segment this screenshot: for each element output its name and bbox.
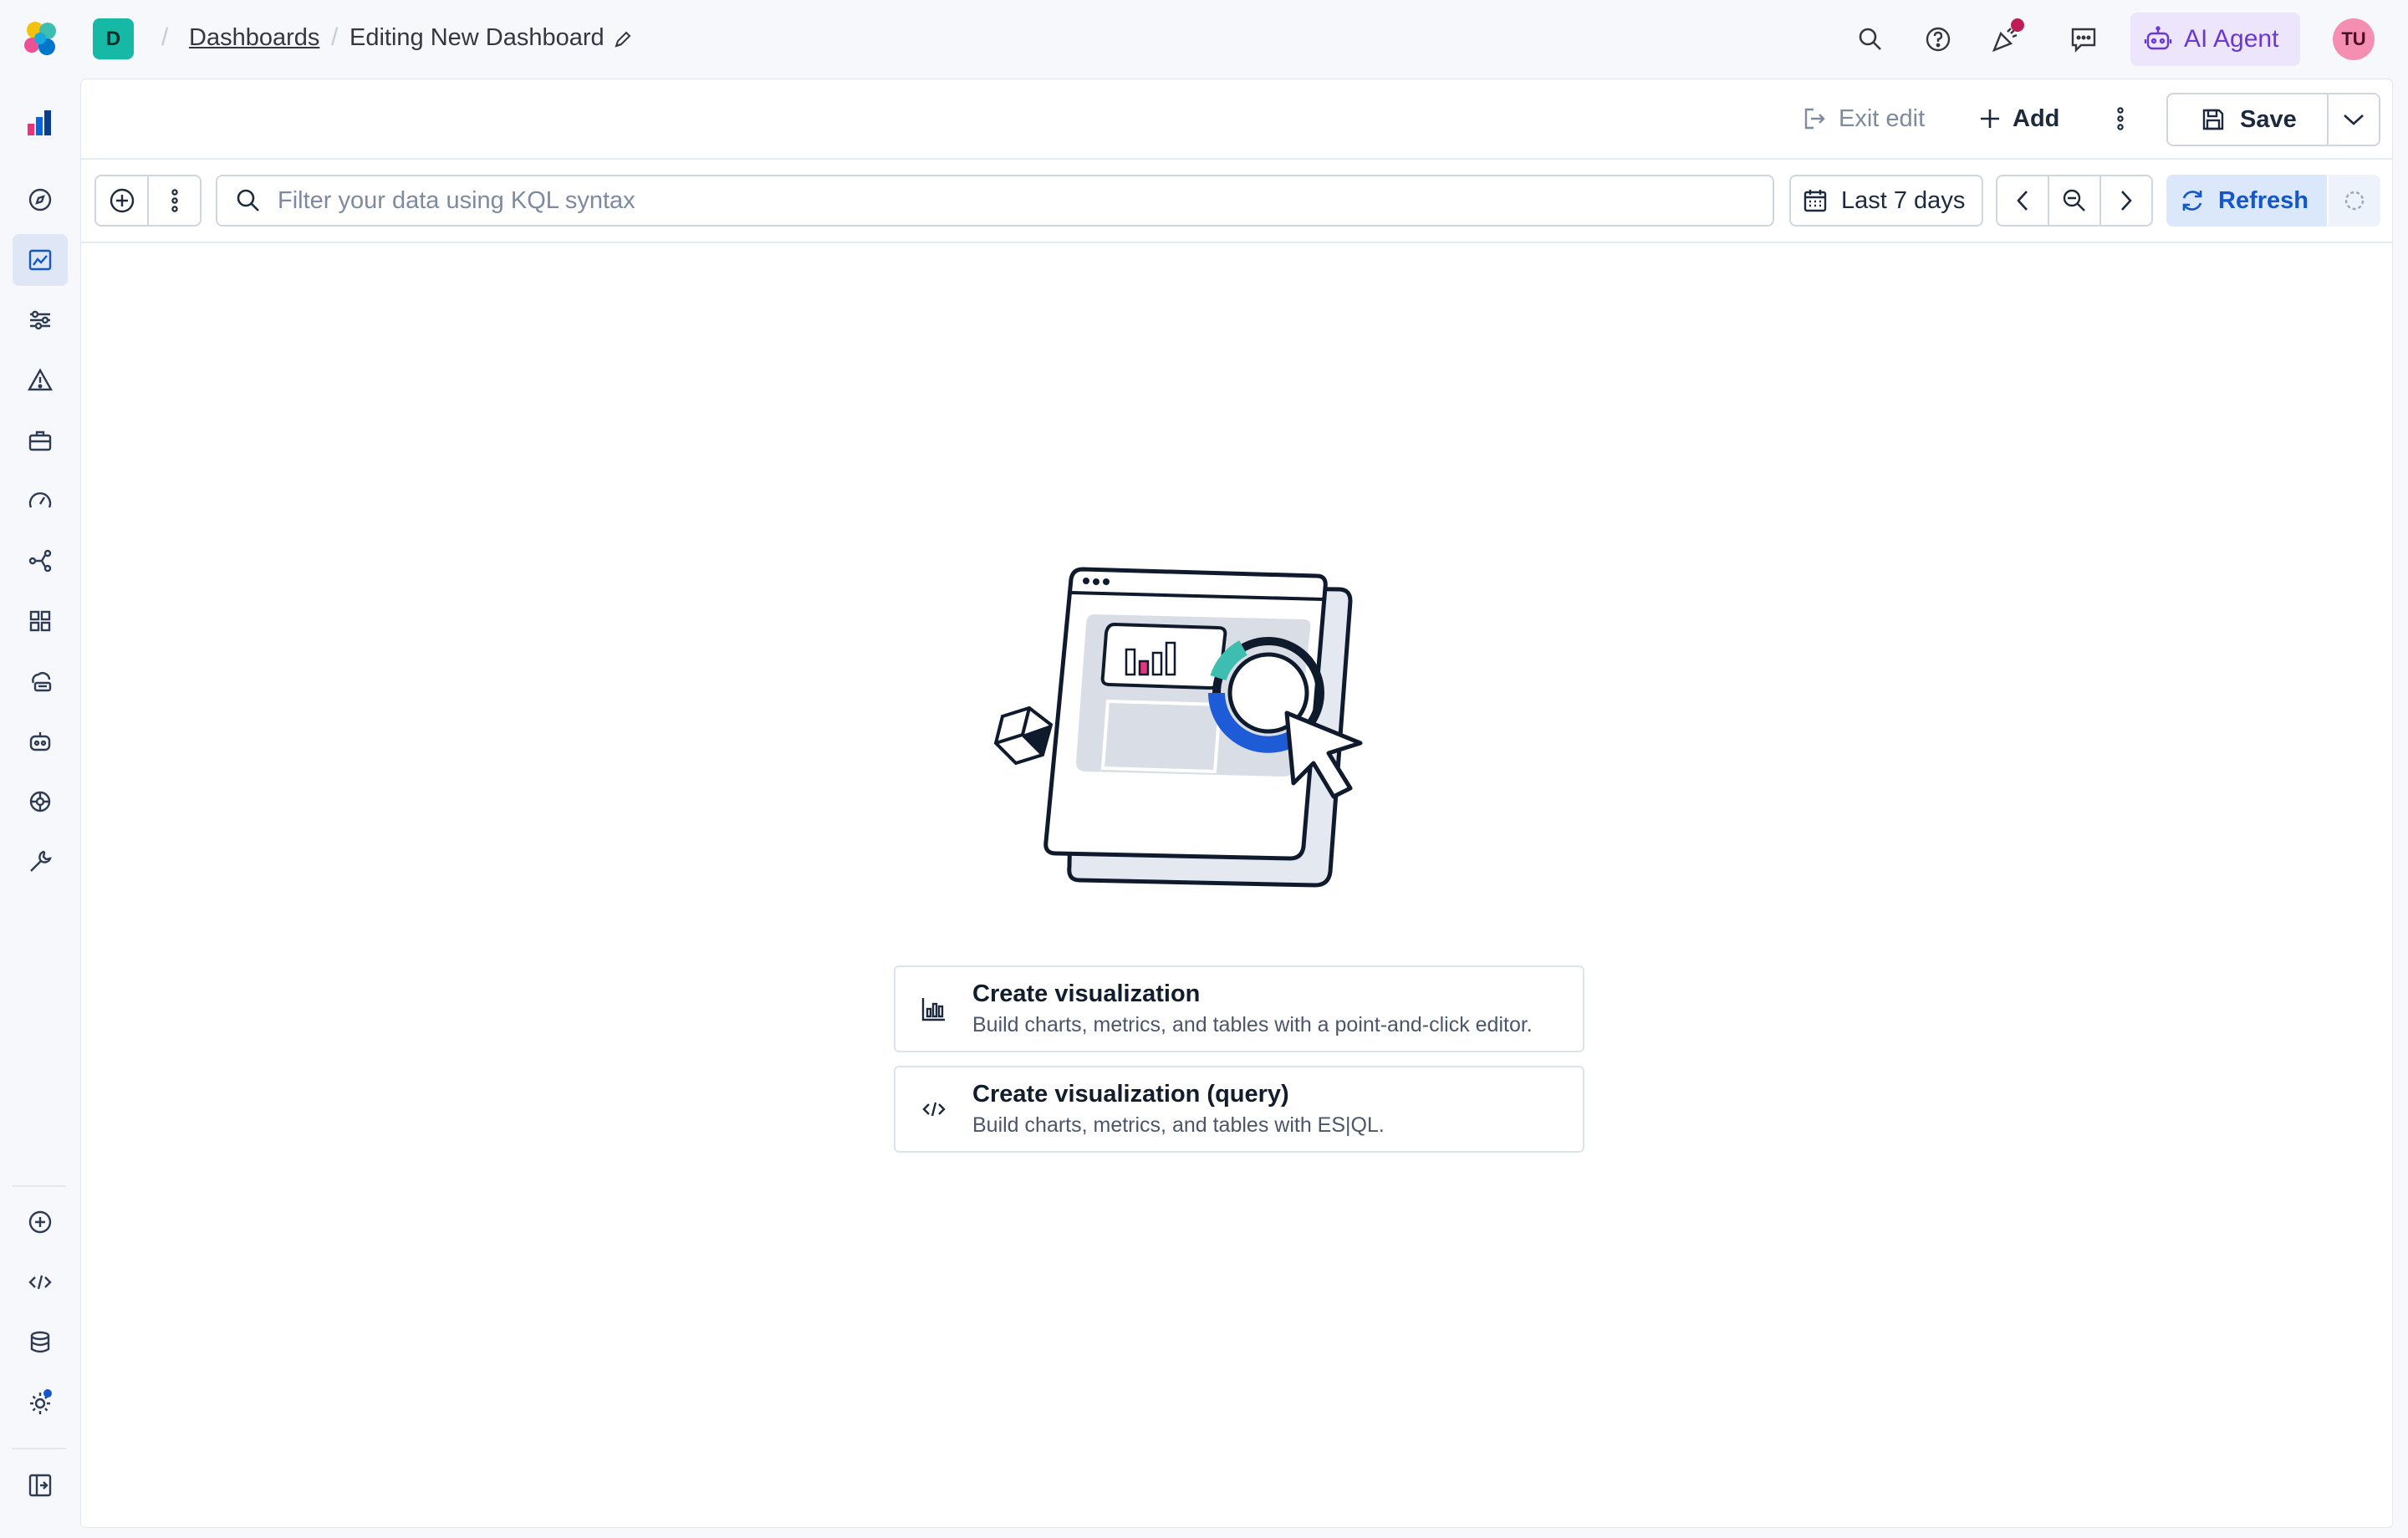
refresh-button[interactable]: Refresh bbox=[2166, 175, 2327, 227]
save-button[interactable]: Save bbox=[2166, 93, 2329, 146]
search-icon bbox=[237, 189, 259, 211]
cases-icon[interactable] bbox=[13, 415, 68, 466]
chevron-right-icon[interactable] bbox=[2099, 176, 2151, 225]
create-visualization-card[interactable]: Create visualization Build charts, metri… bbox=[894, 965, 1584, 1052]
ai-agent-button[interactable]: AI Agent bbox=[2130, 13, 2300, 66]
breadcrumb-dashboards-link[interactable]: Dashboards bbox=[189, 24, 319, 52]
pencil-icon[interactable] bbox=[614, 30, 632, 48]
add-filter-icon[interactable] bbox=[96, 176, 147, 225]
card-title: Create visualization bbox=[972, 980, 1201, 1007]
chevron-left-icon[interactable] bbox=[1997, 176, 2048, 225]
empty-dashboard-illustration bbox=[993, 567, 1363, 888]
ml-brain-icon[interactable] bbox=[13, 776, 68, 828]
news-feed-icon[interactable] bbox=[1987, 18, 2024, 57]
breadcrumb-current: Editing New Dashboard bbox=[349, 24, 605, 51]
apps-grid-icon[interactable] bbox=[13, 595, 68, 647]
collapse-nav-icon[interactable] bbox=[13, 1459, 68, 1511]
date-range-label: Last 7 days bbox=[1841, 186, 1966, 214]
card-description: Build charts, metrics, and tables with a… bbox=[972, 1013, 1533, 1036]
help-icon[interactable] bbox=[1921, 22, 1956, 57]
save-label: Save bbox=[2240, 105, 2297, 133]
zoom-out-icon[interactable] bbox=[2048, 176, 2099, 225]
refresh-icon bbox=[2182, 191, 2202, 211]
query-bar: Last 7 days Refresh bbox=[81, 160, 2392, 243]
exit-edit-label: Exit edit bbox=[1839, 104, 1926, 132]
dashboard-panel: Exit edit Add Save Filter your data usin… bbox=[80, 79, 2393, 1528]
nav-divider bbox=[13, 1448, 66, 1449]
card-description: Build charts, metrics, and tables with E… bbox=[972, 1113, 1385, 1137]
add-button[interactable]: Add bbox=[1979, 93, 2059, 145]
exit-edit-button[interactable]: Exit edit bbox=[1802, 93, 1925, 145]
side-navigation bbox=[0, 79, 79, 1538]
machine-learning-icon[interactable] bbox=[13, 294, 68, 346]
space-initial: D bbox=[105, 27, 121, 50]
robot-icon[interactable] bbox=[13, 716, 68, 767]
filter-actions bbox=[94, 175, 202, 227]
more-options-icon[interactable] bbox=[2108, 93, 2133, 145]
kql-search-field[interactable] bbox=[216, 175, 1774, 227]
notification-dot bbox=[2011, 18, 2024, 32]
create-visualization-query-card[interactable]: Create visualization (query) Build chart… bbox=[894, 1066, 1584, 1153]
auto-refresh-icon[interactable] bbox=[2329, 175, 2380, 227]
bar-chart-icon bbox=[895, 996, 972, 1022]
filter-options-icon[interactable] bbox=[147, 176, 200, 225]
save-icon bbox=[2202, 109, 2224, 130]
robot-icon bbox=[2144, 26, 2172, 50]
elastic-logo[interactable] bbox=[20, 18, 62, 60]
nav-divider bbox=[13, 1185, 66, 1187]
card-text: Create visualization Build charts, metri… bbox=[972, 980, 1533, 1037]
settings-notification-dot bbox=[43, 1389, 52, 1398]
kql-search-input[interactable] bbox=[278, 186, 1699, 215]
cloud-icon[interactable] bbox=[13, 655, 68, 707]
breadcrumb-separator: / bbox=[331, 23, 339, 51]
dashboard-toolbar: Exit edit Add Save bbox=[81, 79, 2392, 160]
chevron-down-icon bbox=[2344, 115, 2364, 125]
date-picker-button[interactable]: Last 7 days bbox=[1789, 175, 1983, 227]
time-navigation bbox=[1996, 175, 2153, 227]
stack-icon[interactable] bbox=[13, 1316, 68, 1368]
add-data-icon[interactable] bbox=[13, 1196, 68, 1248]
discover-icon[interactable] bbox=[13, 174, 68, 226]
graph-icon[interactable] bbox=[13, 535, 68, 587]
dev-tools-icon[interactable] bbox=[13, 1256, 68, 1308]
exit-icon bbox=[1804, 108, 1825, 130]
breadcrumb-separator: / bbox=[161, 23, 169, 51]
wrench-icon[interactable] bbox=[13, 836, 68, 888]
analytics-app-icon[interactable] bbox=[13, 97, 68, 149]
settings-icon[interactable] bbox=[13, 1377, 68, 1429]
feedback-icon[interactable] bbox=[2066, 22, 2101, 57]
search-icon[interactable] bbox=[1853, 22, 1888, 57]
code-icon bbox=[895, 1096, 972, 1123]
space-avatar[interactable]: D bbox=[93, 18, 134, 59]
card-title: Create visualization (query) bbox=[972, 1081, 1289, 1108]
card-text: Create visualization (query) Build chart… bbox=[972, 1081, 1385, 1138]
alerts-icon[interactable] bbox=[13, 354, 68, 406]
add-label: Add bbox=[2013, 104, 2060, 132]
plus-icon bbox=[1981, 109, 1999, 128]
ai-agent-label: AI Agent bbox=[2184, 25, 2279, 53]
user-avatar[interactable]: TU bbox=[2333, 18, 2375, 60]
slo-icon[interactable] bbox=[13, 475, 68, 527]
top-header: D / Dashboards / Editing New Dashboard A… bbox=[0, 0, 2408, 79]
avatar-initials: TU bbox=[2341, 28, 2366, 49]
save-options-button[interactable] bbox=[2327, 93, 2380, 146]
refresh-label: Refresh bbox=[2218, 186, 2309, 214]
dashboards-icon[interactable] bbox=[13, 234, 68, 286]
calendar-icon bbox=[1803, 190, 1827, 212]
